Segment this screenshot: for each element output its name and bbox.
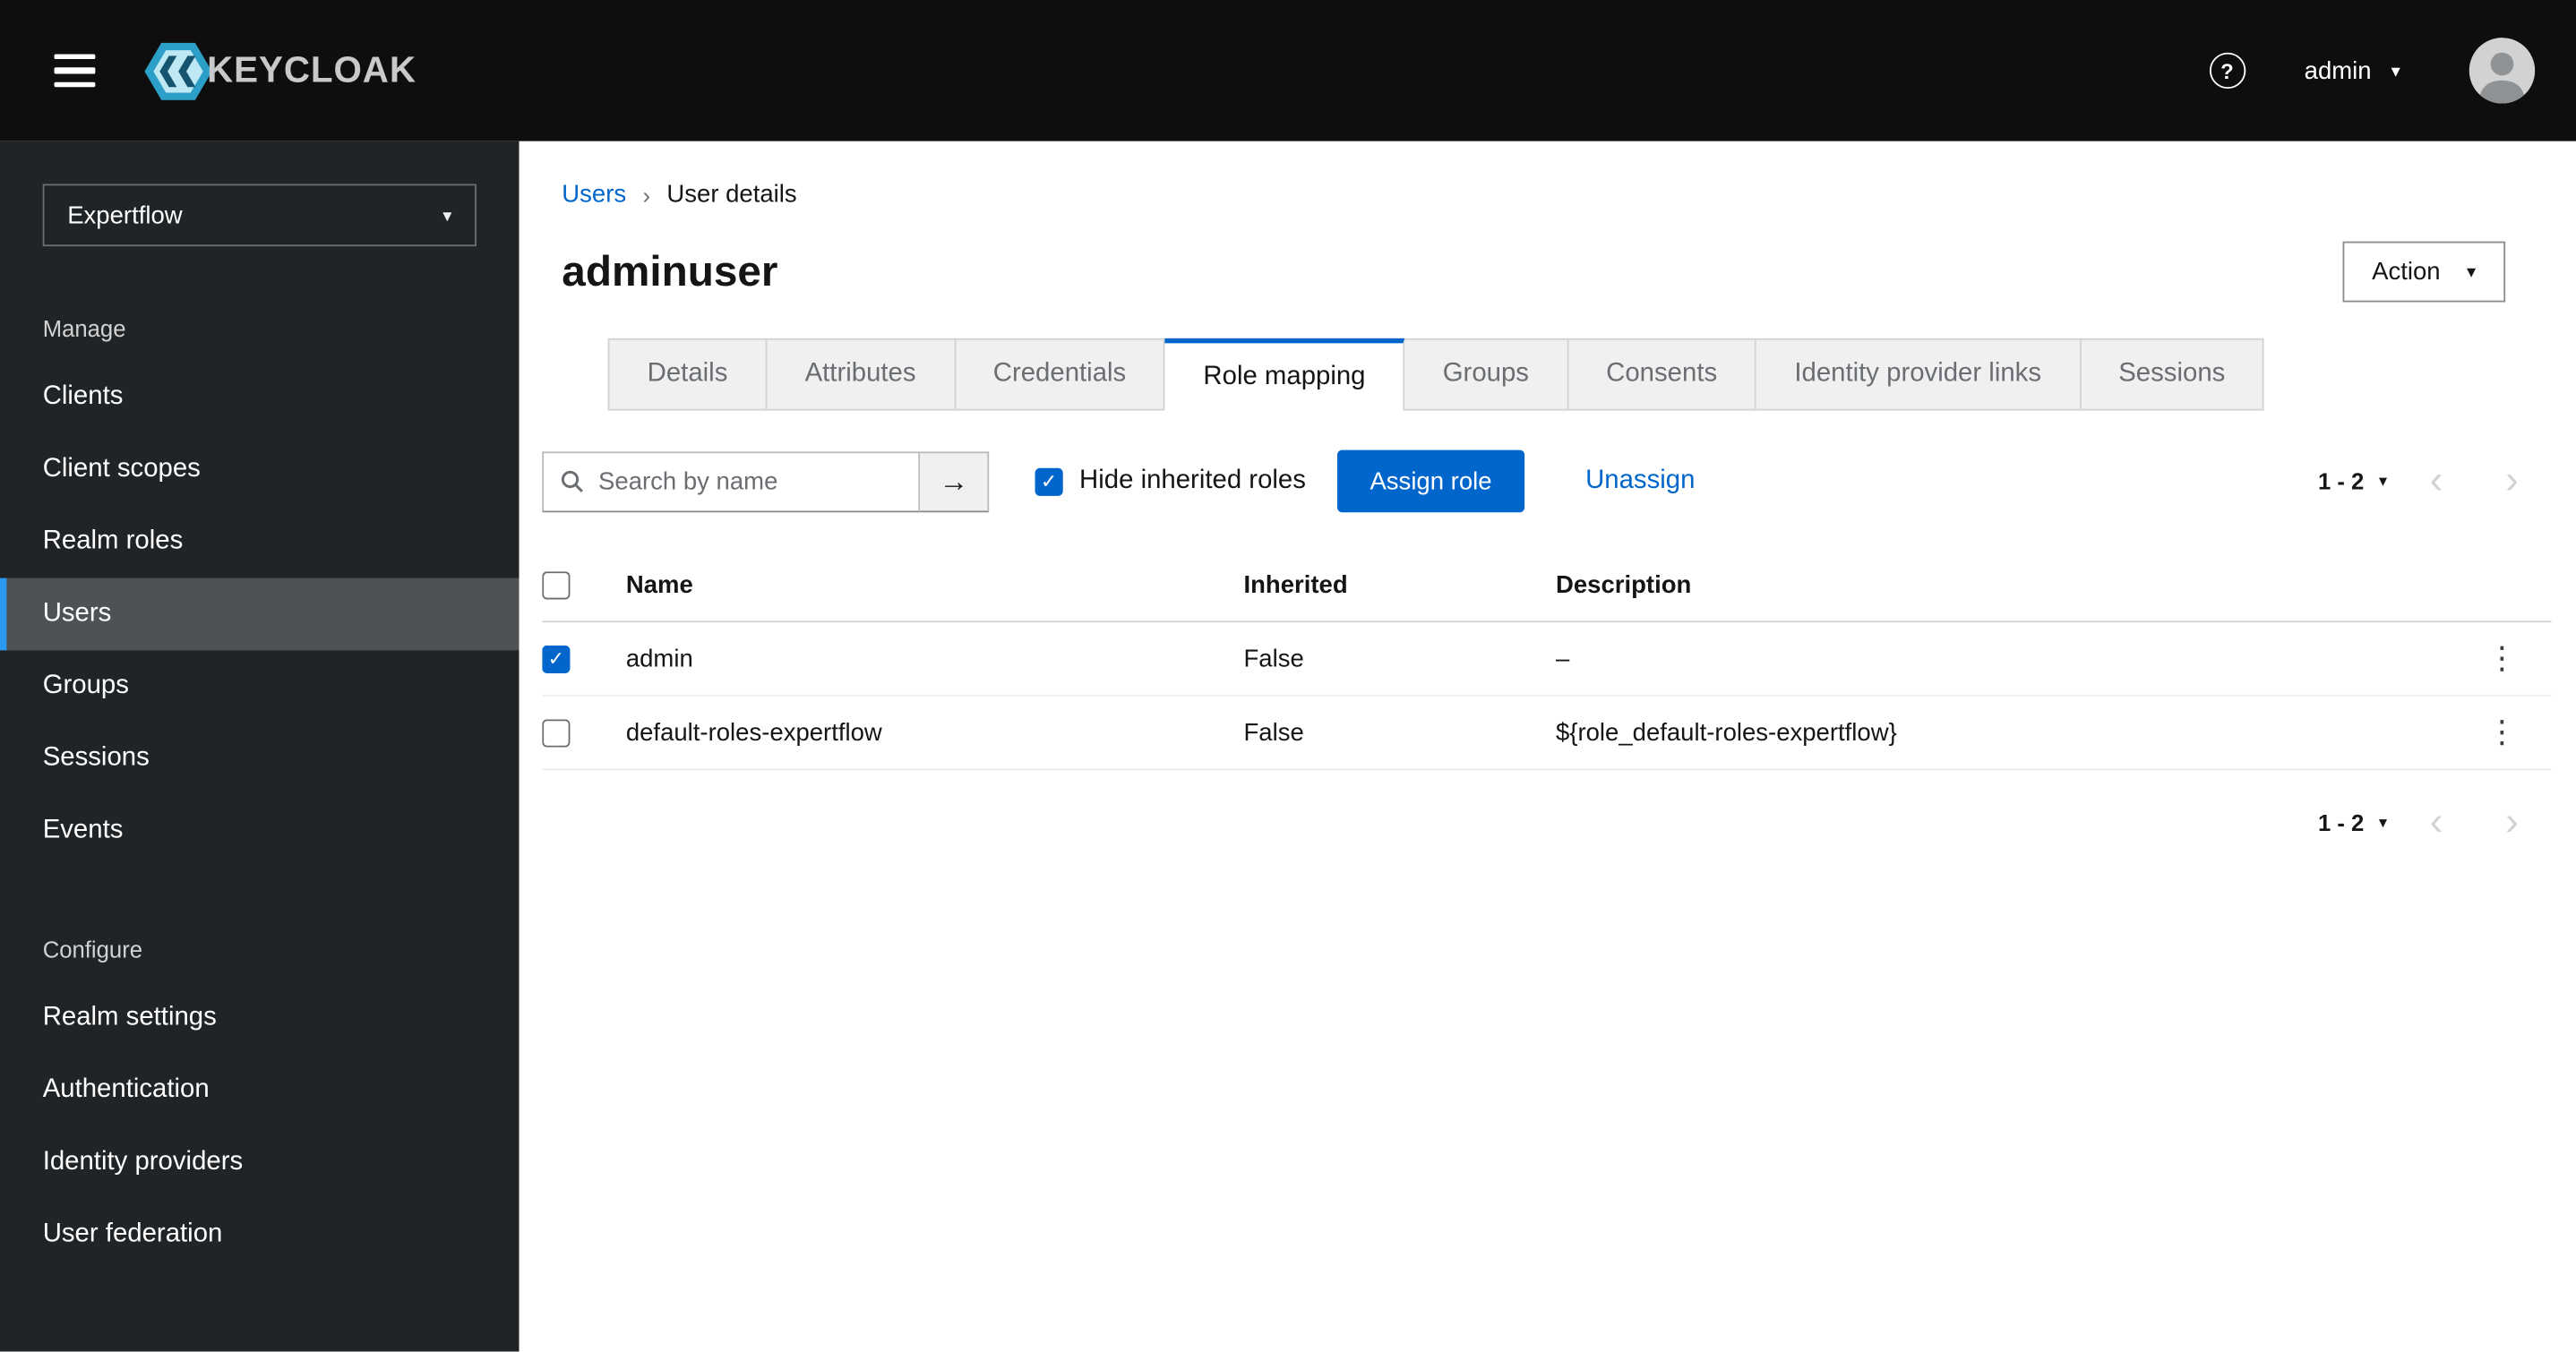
row-kebab-menu-button[interactable]: ⋮ xyxy=(2473,637,2530,681)
arrow-right-icon: → xyxy=(939,464,969,497)
pagination-range-text: 1 - 2 xyxy=(2317,467,2365,495)
action-dropdown-label: Action xyxy=(2372,257,2441,287)
action-dropdown-button[interactable]: Action ▾ xyxy=(2342,241,2506,303)
chevron-down-icon: ▾ xyxy=(2378,813,2388,833)
search-icon xyxy=(561,470,583,492)
sidebar-item-users[interactable]: Users xyxy=(0,578,519,651)
role-name: admin xyxy=(625,644,693,673)
nav-section-manage: Manage Clients Client scopes Realm roles… xyxy=(0,315,519,867)
page-title: adminuser xyxy=(562,246,778,296)
hamburger-menu-icon xyxy=(54,54,96,88)
user-avatar-icon xyxy=(2469,38,2536,104)
sidebar-item-sessions[interactable]: Sessions xyxy=(0,723,519,795)
pagination-range-text: 1 - 2 xyxy=(2317,809,2365,836)
pagination-top: 1 - 2 ▾ ‹ › xyxy=(2318,460,2538,501)
nav-section-label-manage: Manage xyxy=(42,315,126,342)
pagination-prev-button[interactable]: ‹ xyxy=(2410,460,2463,501)
pagination-range-dropdown[interactable]: 1 - 2 ▾ xyxy=(2318,809,2387,835)
keycloak-logo-icon xyxy=(144,41,212,99)
sidebar-item-authentication[interactable]: Authentication xyxy=(0,1055,519,1127)
tab-attributes[interactable]: Attributes xyxy=(767,338,956,411)
column-header-description: Description xyxy=(1555,570,1692,599)
chevron-down-icon: ▾ xyxy=(442,206,452,227)
pagination-prev-button[interactable]: ‹ xyxy=(2410,802,2463,843)
tab-sessions[interactable]: Sessions xyxy=(2081,338,2265,411)
chevron-down-icon: ▾ xyxy=(2378,472,2388,491)
row-checkbox[interactable]: ✓ xyxy=(542,644,571,673)
realm-name: Expertflow xyxy=(67,201,183,229)
breadcrumb: Users › User details xyxy=(519,181,2576,209)
sidebar-item-realm-settings[interactable]: Realm settings xyxy=(0,982,519,1055)
username: admin xyxy=(2304,56,2372,85)
unassign-link[interactable]: Unassign xyxy=(1585,466,1695,496)
table-row: ✓ admin False – ⋮ xyxy=(542,622,2552,697)
tab-role-mapping[interactable]: Role mapping xyxy=(1165,338,1405,411)
tab-groups[interactable]: Groups xyxy=(1404,338,1568,411)
role-mapping-toolbar: → ✓ Hide inherited roles Assign role Una… xyxy=(542,449,2538,513)
search-group: → xyxy=(542,450,990,512)
pagination-range-dropdown[interactable]: 1 - 2 ▾ xyxy=(2318,468,2387,494)
main-content: Users › User details adminuser Action ▾ … xyxy=(519,141,2576,1352)
row-kebab-menu-button[interactable]: ⋮ xyxy=(2473,710,2530,755)
sidebar-item-realm-roles[interactable]: Realm roles xyxy=(0,506,519,578)
hide-inherited-checkbox[interactable]: ✓ xyxy=(1035,466,1063,496)
sidebar-item-identity-providers[interactable]: Identity providers xyxy=(0,1126,519,1199)
masthead-right: ? admin ▾ xyxy=(2209,38,2536,104)
breadcrumb-current: User details xyxy=(666,180,797,209)
brand-wordmark: KEYCLOAK xyxy=(207,49,416,90)
help-icon: ? xyxy=(2209,52,2245,90)
hide-inherited-toggle[interactable]: ✓ Hide inherited roles xyxy=(1035,466,1306,496)
nav-section-label-configure: Configure xyxy=(42,936,143,963)
nav-toggle-button[interactable] xyxy=(45,36,106,106)
check-icon: ✓ xyxy=(1040,469,1058,493)
pagination-next-button[interactable]: › xyxy=(2486,802,2538,843)
masthead: KEYCLOAK ? admin ▾ xyxy=(0,0,2576,141)
role-inherited: False xyxy=(1243,718,1304,747)
breadcrumb-separator-icon: › xyxy=(642,181,651,209)
sidebar-item-user-federation[interactable]: User federation xyxy=(0,1199,519,1271)
nav-section-configure: Configure Realm settings Authentication … xyxy=(0,936,519,1271)
sidebar-item-groups[interactable]: Groups xyxy=(0,650,519,723)
tab-credentials[interactable]: Credentials xyxy=(955,338,1166,411)
tabs: Details Attributes Credentials Role mapp… xyxy=(607,338,2576,411)
sidebar-item-client-scopes[interactable]: Client scopes xyxy=(0,433,519,506)
chevron-down-icon: ▾ xyxy=(2466,262,2477,283)
row-checkbox[interactable]: ✓ xyxy=(542,718,571,747)
assign-role-button[interactable]: Assign role xyxy=(1336,449,1525,513)
search-submit-button[interactable]: → xyxy=(920,450,990,512)
role-description: – xyxy=(1555,644,1570,673)
title-row: adminuser Action ▾ xyxy=(519,241,2576,303)
breadcrumb-users-link[interactable]: Users xyxy=(562,181,626,209)
avatar[interactable] xyxy=(2469,38,2536,104)
realm-selector[interactable]: Expertflow ▾ xyxy=(42,184,477,247)
sidebar-item-clients[interactable]: Clients xyxy=(0,362,519,434)
sidebar: Expertflow ▾ Manage Clients Client scope… xyxy=(0,141,519,1352)
roles-table: ✓ Name Inherited Description ✓ admin Fal… xyxy=(542,549,2552,771)
select-all-checkbox[interactable]: ✓ xyxy=(542,570,571,599)
keycloak-admin-console: KEYCLOAK ? admin ▾ Expertflow ▾ Manage C… xyxy=(0,0,2576,1352)
pagination-bottom: 1 - 2 ▾ ‹ › xyxy=(519,802,2538,843)
role-name: default-roles-expertflow xyxy=(625,718,882,747)
pagination-next-button[interactable]: › xyxy=(2486,460,2538,501)
sidebar-item-events[interactable]: Events xyxy=(0,795,519,868)
search-input[interactable] xyxy=(598,466,902,496)
chevron-down-icon: ▾ xyxy=(2391,61,2400,81)
tab-consents[interactable]: Consents xyxy=(1567,338,1757,411)
role-inherited: False xyxy=(1243,644,1304,673)
hide-inherited-label: Hide inherited roles xyxy=(1079,466,1306,495)
column-header-name: Name xyxy=(625,570,693,599)
user-menu-button[interactable]: admin ▾ xyxy=(2305,56,2400,84)
role-description: ${role_default-roles-expertflow} xyxy=(1555,718,1897,747)
keycloak-brand: KEYCLOAK xyxy=(144,41,416,99)
tab-details[interactable]: Details xyxy=(607,338,768,411)
table-row: ✓ default-roles-expertflow False ${role_… xyxy=(542,697,2552,771)
column-header-inherited: Inherited xyxy=(1243,570,1348,599)
check-icon: ✓ xyxy=(547,646,565,671)
table-header-row: ✓ Name Inherited Description xyxy=(542,549,2552,623)
search-input-wrapper xyxy=(542,450,921,512)
help-button[interactable]: ? xyxy=(2209,52,2245,90)
tab-identity-provider-links[interactable]: Identity provider links xyxy=(1756,338,2082,411)
